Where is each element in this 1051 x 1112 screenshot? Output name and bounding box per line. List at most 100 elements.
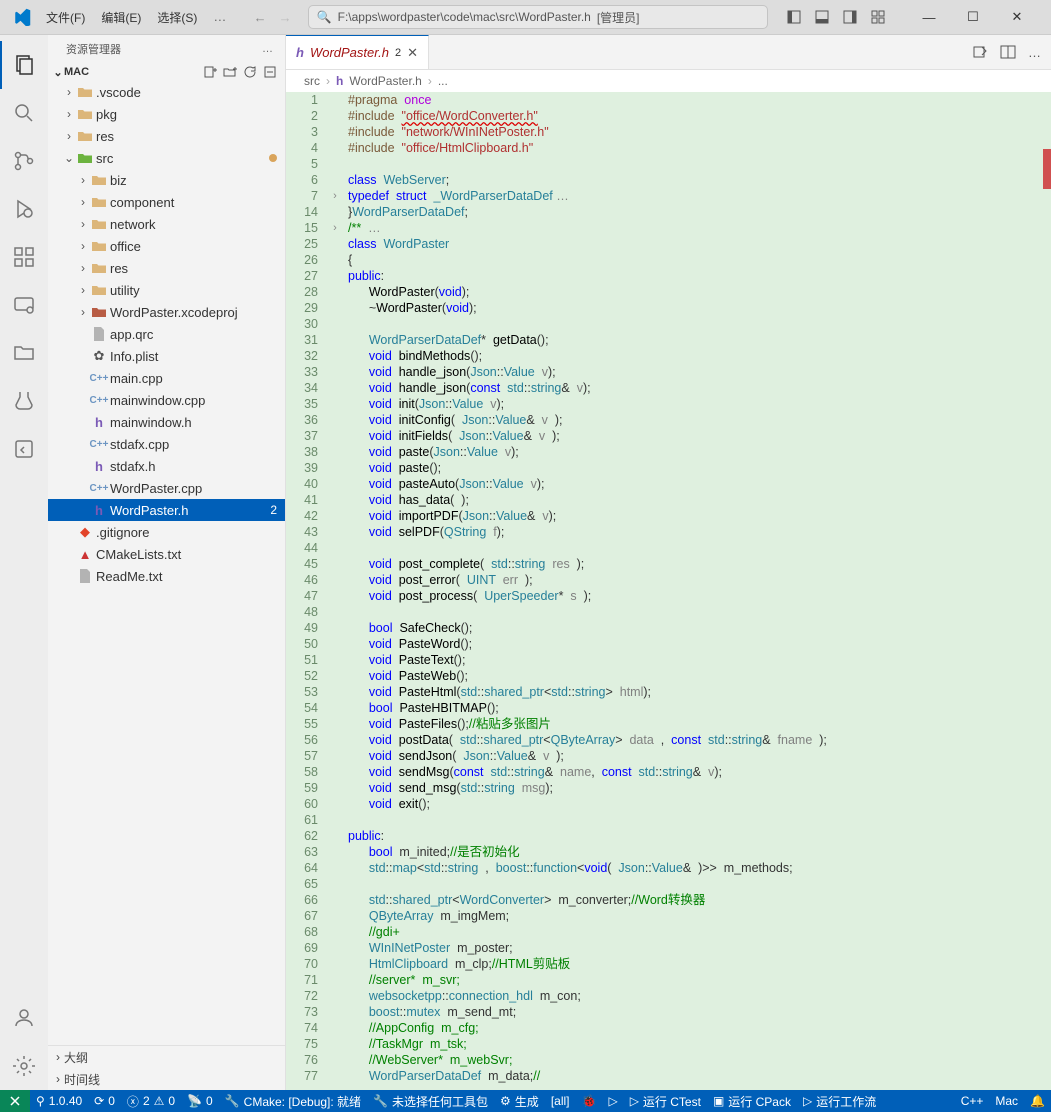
- sidebar-more-icon[interactable]: …: [262, 43, 273, 55]
- outline-panel[interactable]: ›大纲: [48, 1046, 285, 1068]
- tree-item[interactable]: ›.vscode: [48, 81, 285, 103]
- code-line[interactable]: 28 WordPaster(void);: [286, 284, 1051, 300]
- code-line[interactable]: 53 void PasteHtml(std::shared_ptr<std::s…: [286, 684, 1051, 700]
- code-line[interactable]: 73 boost::mutex m_send_mt;: [286, 1004, 1051, 1020]
- code-line[interactable]: 3#include "network/WInINetPoster.h": [286, 124, 1051, 140]
- activity-settings[interactable]: [0, 1042, 48, 1090]
- code-line[interactable]: 45 void post_complete( std::string res )…: [286, 556, 1051, 572]
- layout-sidebar-left-icon[interactable]: [785, 8, 803, 26]
- status-cpack[interactable]: ▣运行 CPack: [707, 1090, 797, 1112]
- tree-item[interactable]: ⌄src: [48, 147, 285, 169]
- status-remote[interactable]: [0, 1090, 30, 1112]
- tree-item[interactable]: C++stdafx.cpp: [48, 433, 285, 455]
- code-line[interactable]: 38 void paste(Json::Value v);: [286, 444, 1051, 460]
- command-center[interactable]: 🔍 F:\apps\wordpaster\code\mac\src\WordPa…: [308, 5, 768, 29]
- file-tree[interactable]: ›.vscode›pkg›res⌄src›biz›component›netwo…: [48, 81, 285, 1045]
- status-target[interactable]: [all]: [545, 1090, 576, 1112]
- code-line[interactable]: 60 void exit();: [286, 796, 1051, 812]
- workspace-folder-header[interactable]: ⌄ MAC: [48, 63, 285, 81]
- menu-select[interactable]: 选择(S): [149, 5, 205, 30]
- code-line[interactable]: 41 void has_data( );: [286, 492, 1051, 508]
- code-line[interactable]: 30: [286, 316, 1051, 332]
- tree-item[interactable]: hstdafx.h: [48, 455, 285, 477]
- status-problems[interactable]: ⓧ2⚠0: [121, 1090, 181, 1112]
- code-line[interactable]: 66 std::shared_ptr<WordConverter> m_conv…: [286, 892, 1051, 908]
- code-line[interactable]: 70 HtmlClipboard m_clp;//HTML剪贴板: [286, 956, 1051, 972]
- code-editor[interactable]: 1#pragma once2#include "office/WordConve…: [286, 92, 1051, 1090]
- tree-item[interactable]: ›pkg: [48, 103, 285, 125]
- tab-close-icon[interactable]: ✕: [407, 45, 418, 61]
- tree-item[interactable]: C++WordPaster.cpp: [48, 477, 285, 499]
- code-line[interactable]: 76 //WebServer* m_webSvr;: [286, 1052, 1051, 1068]
- activity-explorer[interactable]: [0, 41, 48, 89]
- tree-item[interactable]: ›utility: [48, 279, 285, 301]
- activity-extensions[interactable]: [0, 233, 48, 281]
- code-line[interactable]: 48: [286, 604, 1051, 620]
- code-line[interactable]: 39 void paste();: [286, 460, 1051, 476]
- code-line[interactable]: 25class WordPaster: [286, 236, 1051, 252]
- new-file-icon[interactable]: [203, 65, 217, 79]
- code-line[interactable]: 46 void post_error( UINT err );: [286, 572, 1051, 588]
- window-close[interactable]: ✕: [995, 2, 1039, 32]
- status-cmake[interactable]: 🔧CMake: [Debug]: 就绪: [219, 1090, 367, 1112]
- code-line[interactable]: 40 void pasteAuto(Json::Value v);: [286, 476, 1051, 492]
- layout-sidebar-right-icon[interactable]: [841, 8, 859, 26]
- nav-forward-icon[interactable]: →: [279, 10, 292, 25]
- code-line[interactable]: 64 std::map<std::string , boost::functio…: [286, 860, 1051, 876]
- menu-file[interactable]: 文件(F): [38, 5, 93, 30]
- tree-item[interactable]: ✿Info.plist: [48, 345, 285, 367]
- status-version[interactable]: ⚲1.0.40: [30, 1090, 88, 1112]
- layout-customize-icon[interactable]: [869, 8, 887, 26]
- fold-icon[interactable]: ›: [328, 188, 342, 204]
- split-editor-icon[interactable]: [1000, 44, 1016, 60]
- activity-database[interactable]: [0, 425, 48, 473]
- code-line[interactable]: 27public:: [286, 268, 1051, 284]
- tree-item[interactable]: ReadMe.txt: [48, 565, 285, 587]
- status-run[interactable]: ▷: [602, 1090, 623, 1112]
- tree-item[interactable]: ›res: [48, 257, 285, 279]
- activity-run-debug[interactable]: [0, 185, 48, 233]
- code-line[interactable]: 75 //TaskMgr m_tsk;: [286, 1036, 1051, 1052]
- code-line[interactable]: 61: [286, 812, 1051, 828]
- code-line[interactable]: 56 void postData( std::shared_ptr<QByteA…: [286, 732, 1051, 748]
- code-line[interactable]: 63 bool m_inited;//是否初始化: [286, 844, 1051, 860]
- code-line[interactable]: 50 void PasteWord();: [286, 636, 1051, 652]
- activity-folder[interactable]: [0, 329, 48, 377]
- code-line[interactable]: 58 void sendMsg(const std::string& name,…: [286, 764, 1051, 780]
- tree-item[interactable]: C++mainwindow.cpp: [48, 389, 285, 411]
- code-line[interactable]: 36 void initConfig( Json::Value& v );: [286, 412, 1051, 428]
- fold-icon[interactable]: ›: [328, 220, 342, 236]
- activity-remote[interactable]: [0, 281, 48, 329]
- code-line[interactable]: 33 void handle_json(Json::Value v);: [286, 364, 1051, 380]
- code-line[interactable]: 57 void sendJson( Json::Value& v );: [286, 748, 1051, 764]
- code-line[interactable]: 68 //gdi+: [286, 924, 1051, 940]
- tree-item[interactable]: ›office: [48, 235, 285, 257]
- collapse-icon[interactable]: [263, 65, 277, 79]
- code-line[interactable]: 52 void PasteWeb();: [286, 668, 1051, 684]
- code-line[interactable]: 29 ~WordPaster(void);: [286, 300, 1051, 316]
- code-line[interactable]: 72 websocketpp::connection_hdl m_con;: [286, 988, 1051, 1004]
- status-ports[interactable]: 📡0: [181, 1090, 219, 1112]
- code-line[interactable]: 4#include "office/HtmlClipboard.h": [286, 140, 1051, 156]
- refresh-icon[interactable]: [243, 65, 257, 79]
- code-line[interactable]: 15›/** …: [286, 220, 1051, 236]
- status-language[interactable]: C++: [955, 1094, 990, 1108]
- layout-panel-icon[interactable]: [813, 8, 831, 26]
- tree-item[interactable]: ›component: [48, 191, 285, 213]
- code-line[interactable]: 35 void init(Json::Value v);: [286, 396, 1051, 412]
- activity-source-control[interactable]: [0, 137, 48, 185]
- code-line[interactable]: 71 //server* m_svr;: [286, 972, 1051, 988]
- status-debug[interactable]: 🐞: [576, 1090, 603, 1112]
- menu-overflow[interactable]: …: [205, 5, 234, 30]
- code-line[interactable]: 37 void initFields( Json::Value& v );: [286, 428, 1051, 444]
- code-line[interactable]: 74 //AppConfig m_cfg;: [286, 1020, 1051, 1036]
- window-minimize[interactable]: —: [907, 2, 951, 32]
- compare-changes-icon[interactable]: [972, 44, 988, 60]
- code-line[interactable]: 34 void handle_json(const std::string& v…: [286, 380, 1051, 396]
- code-line[interactable]: 62public:: [286, 828, 1051, 844]
- status-sync[interactable]: ⟳0: [88, 1090, 121, 1112]
- code-line[interactable]: 55 void PasteFiles();//粘贴多张图片: [286, 716, 1051, 732]
- tree-item[interactable]: app.qrc: [48, 323, 285, 345]
- code-line[interactable]: 44: [286, 540, 1051, 556]
- tree-item[interactable]: ›res: [48, 125, 285, 147]
